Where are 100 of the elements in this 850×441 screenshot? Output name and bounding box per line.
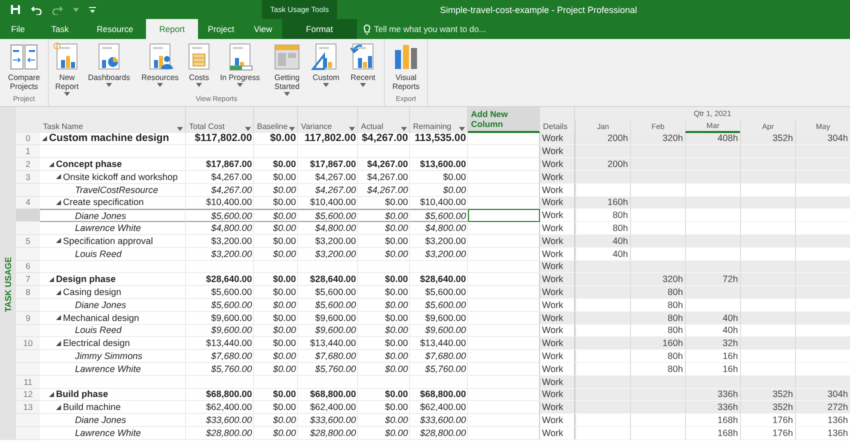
task-name-cell: Lawrence White [40, 362, 186, 376]
cost-cell: $5,760.00 [298, 362, 358, 376]
work-cell: 80h [630, 362, 685, 376]
outline-triangle-icon[interactable] [56, 238, 61, 244]
column-header[interactable]: Variance [298, 107, 358, 133]
customize-toolbar-icon[interactable] [89, 6, 96, 12]
column-header[interactable]: Actual [358, 107, 410, 133]
cost-cell: $28,640.00 [410, 273, 468, 286]
work-cell [685, 209, 740, 222]
cost-cell: $0.00 [358, 401, 410, 414]
outline-triangle-icon[interactable] [49, 392, 54, 397]
work-cell: 80h [630, 298, 685, 312]
cost-cell: $0.00 [254, 401, 298, 414]
work-cell [575, 286, 630, 299]
outline-triangle-icon[interactable] [56, 174, 61, 180]
details-cell: Work [540, 298, 575, 312]
row-header[interactable]: 3 [16, 170, 40, 184]
cost-cell: $0.00 [254, 414, 298, 427]
outline-triangle-icon[interactable] [56, 340, 61, 346]
work-cell [685, 145, 740, 158]
row-header[interactable]: 5 [16, 234, 40, 248]
ribbon-tab[interactable]: View [244, 19, 282, 39]
outline-triangle-icon[interactable] [49, 162, 54, 167]
cost-cell: $13,440.00 [298, 337, 358, 350]
row-header[interactable]: 8 [16, 286, 40, 299]
row-header[interactable]: 12 [16, 388, 40, 402]
outline-triangle-icon[interactable] [56, 290, 61, 295]
ribbon-tab[interactable]: Format [282, 19, 357, 39]
work-cell [795, 324, 850, 338]
work-cell [795, 286, 850, 299]
outline-triangle-icon[interactable] [56, 200, 61, 205]
row-header[interactable]: 2 [16, 158, 40, 171]
tell-me-field[interactable]: Tell me what you want to do... [357, 19, 486, 39]
row-header[interactable]: 7 [16, 273, 40, 286]
save-icon[interactable] [10, 4, 21, 15]
work-cell [630, 426, 685, 440]
cost-cell: $5,600.00 [186, 298, 254, 312]
row-header[interactable]: 6 [16, 260, 40, 274]
cost-cell: $0.00 [358, 209, 410, 222]
column-header[interactable]: Remaining [410, 107, 468, 133]
ribbon-tab[interactable]: Task [36, 19, 84, 39]
work-cell: 160h [575, 196, 630, 210]
row-header[interactable]: 4 [16, 196, 40, 210]
cost-cell: $10,400.00 [186, 196, 254, 210]
cost-cell: $0.00 [410, 170, 468, 184]
cost-cell: $4,267.00 [358, 184, 410, 197]
work-cell [630, 248, 685, 261]
task-name-cell: Concept phase [40, 158, 186, 171]
cost-cell: $7,680.00 [298, 350, 358, 363]
outline-triangle-icon[interactable] [56, 404, 61, 410]
column-header[interactable]: Baseline [254, 107, 298, 133]
cost-cell: $4,267.00 [298, 184, 358, 197]
work-cell [575, 273, 630, 286]
row-header[interactable]: 10 [16, 337, 40, 350]
work-cell [630, 184, 685, 197]
cost-cell: $9,600.00 [186, 312, 254, 325]
cost-cell: $9,600.00 [298, 324, 358, 338]
cost-cell: $0.00 [358, 222, 410, 235]
undo-icon[interactable] [31, 4, 42, 14]
cost-cell: $9,600.00 [410, 324, 468, 338]
work-cell: 136h [795, 426, 850, 440]
work-cell [740, 273, 795, 286]
cost-cell: $62,400.00 [298, 401, 358, 414]
work-cell [795, 209, 850, 222]
work-cell [795, 273, 850, 286]
work-cell: 40h [685, 312, 740, 325]
column-header[interactable]: Details [540, 107, 575, 133]
cost-cell: $5,600.00 [410, 209, 468, 222]
row-header[interactable]: 9 [16, 312, 40, 325]
work-cell [685, 184, 740, 197]
row-header[interactable]: 0 [16, 132, 40, 146]
ribbon-tab[interactable]: Resource [84, 19, 146, 39]
task-name-cell: Casing design [40, 286, 186, 299]
row-header[interactable]: 1 [16, 145, 40, 158]
work-cell: 40h [575, 234, 630, 248]
ribbon-tab[interactable]: Report [146, 19, 198, 39]
work-cell [630, 158, 685, 171]
cost-cell: $4,267.00 [358, 132, 410, 146]
work-cell [685, 170, 740, 184]
filter-caret-icon [349, 126, 355, 131]
ribbon-tab[interactable]: File [0, 19, 36, 39]
task-name-cell: Diane Jones [40, 209, 186, 222]
outline-triangle-icon[interactable] [56, 315, 61, 320]
row-header[interactable]: 13 [16, 401, 40, 414]
column-header[interactable]: Total Cost [186, 107, 254, 133]
work-cell [630, 196, 685, 210]
cost-cell: $5,600.00 [186, 209, 254, 222]
details-cell: Work [540, 362, 575, 376]
outline-triangle-icon[interactable] [49, 276, 54, 282]
details-cell: Work [540, 426, 575, 440]
cost-cell: $62,400.00 [186, 401, 254, 414]
row-header[interactable]: 11 [16, 376, 40, 389]
outline-triangle-icon[interactable] [42, 136, 47, 141]
work-cell [740, 158, 795, 171]
work-cell: 80h [630, 324, 685, 338]
column-header[interactable]: Add New Column [468, 107, 540, 133]
work-cell: 40h [575, 248, 630, 261]
ribbon-tab[interactable]: Project [198, 19, 244, 39]
cost-cell: $13,440.00 [186, 337, 254, 350]
column-header[interactable]: Task Name [40, 107, 186, 133]
